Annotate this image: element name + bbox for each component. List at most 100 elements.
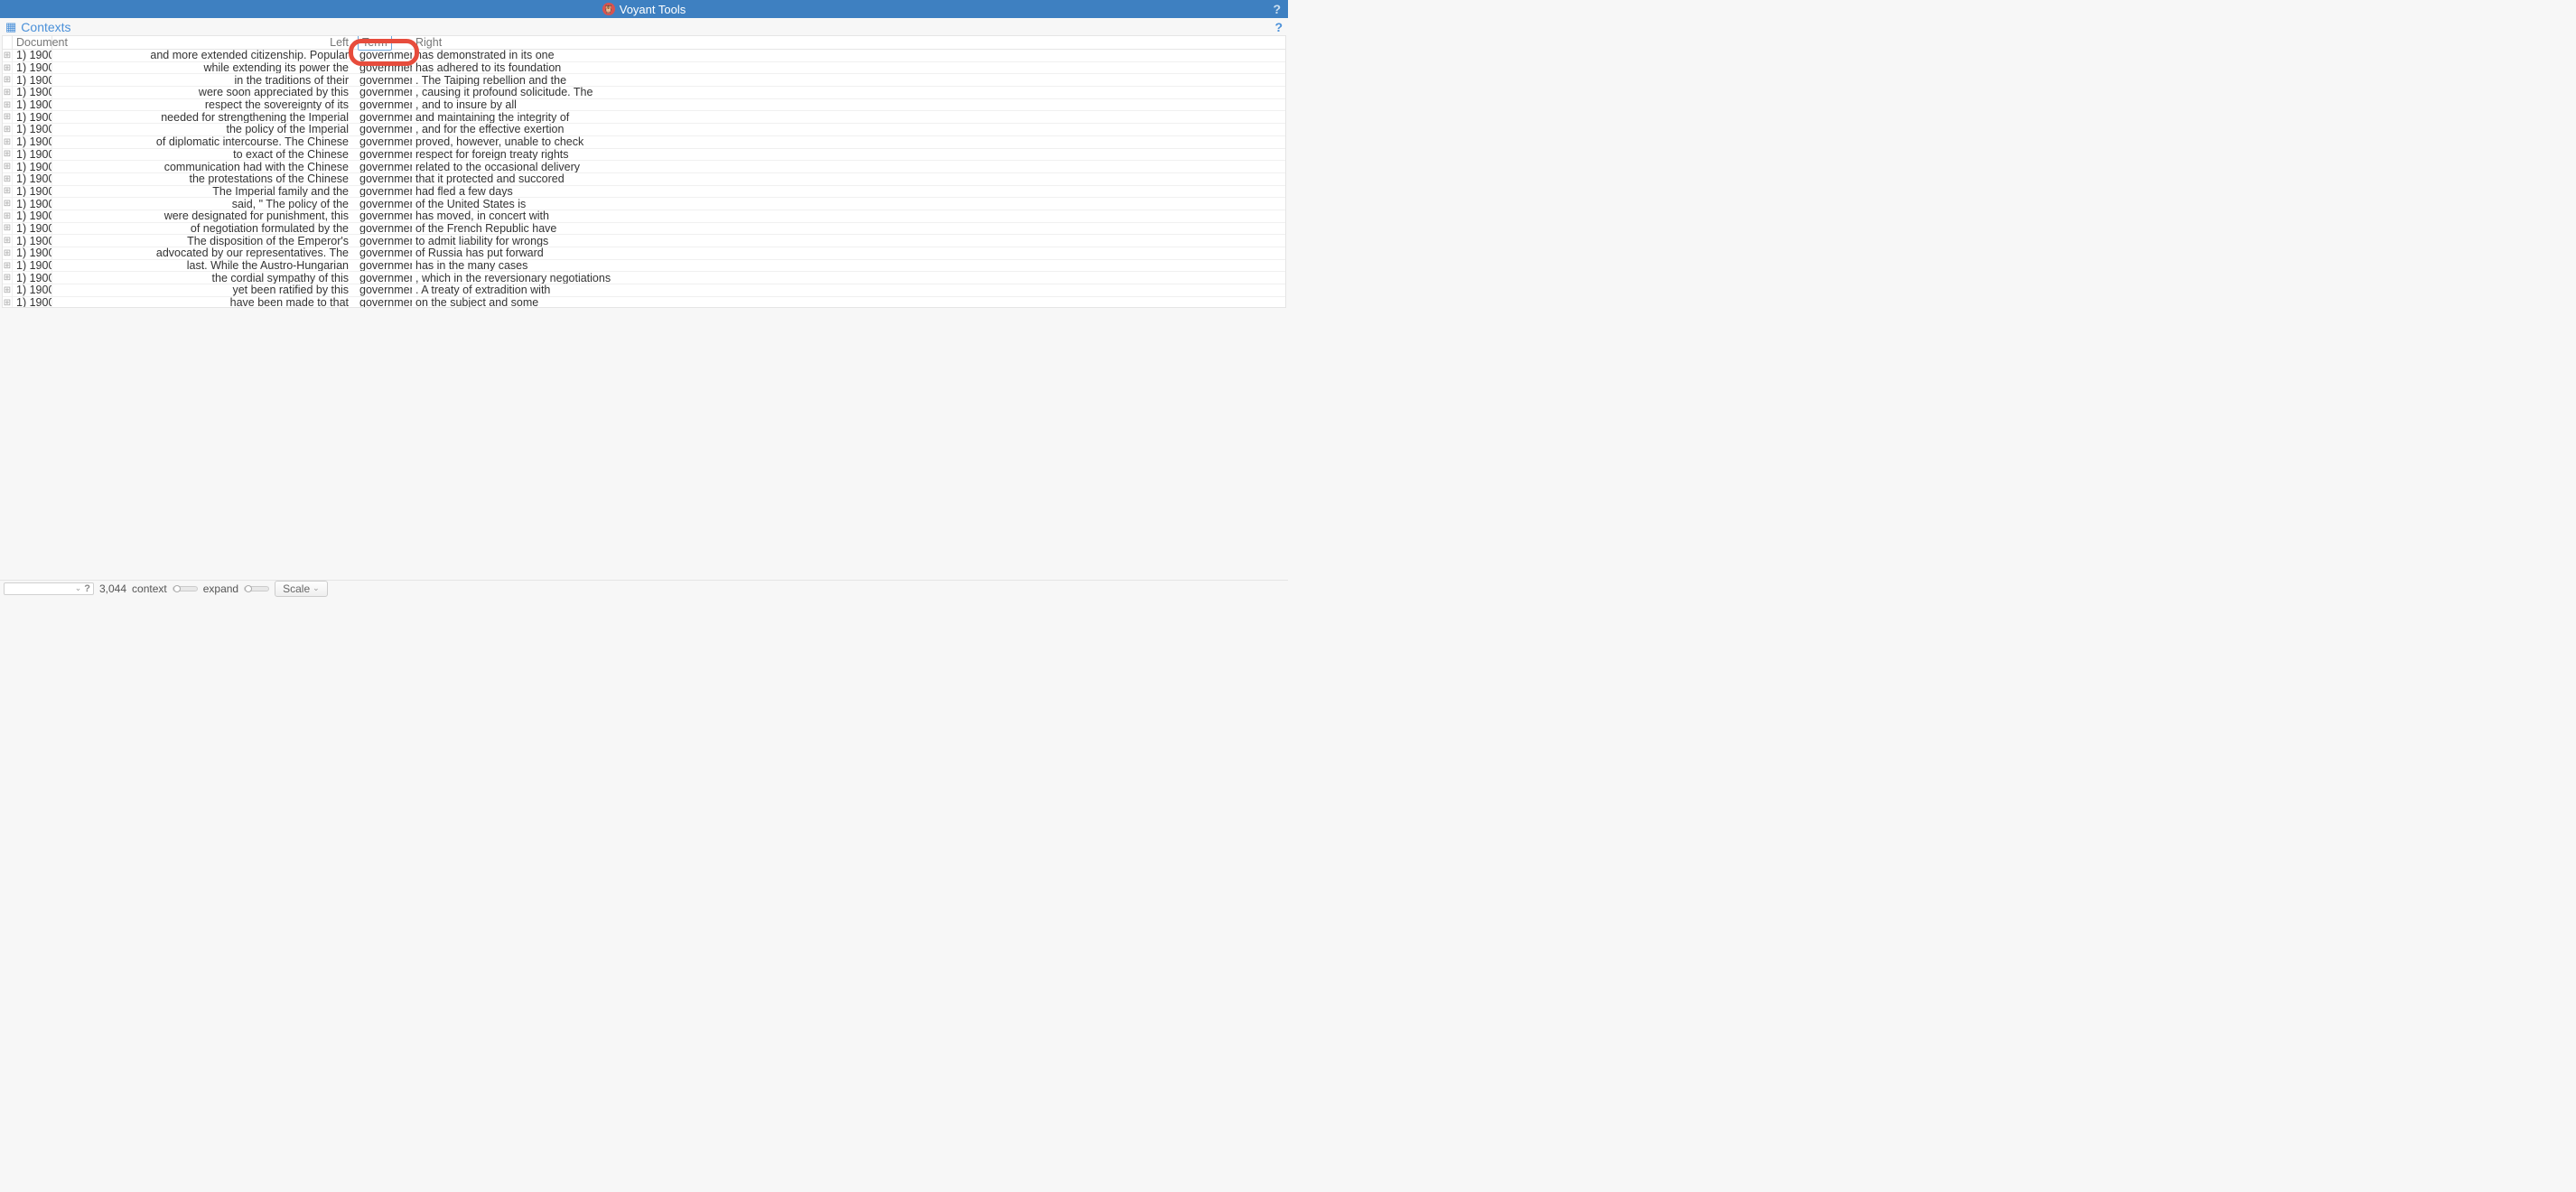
app-title: Voyant Tools [620,3,686,16]
header-help-icon[interactable]: ? [1273,2,1281,16]
left-column-header[interactable]: Left [52,36,354,49]
grid-icon: ▦ [5,20,16,34]
cell-term: government [354,235,412,247]
cell-right-context: . A treaty of extradition with [412,284,1285,296]
expand-label: expand [203,582,238,595]
table-row[interactable]: ⊞1) 1900…needed for strengthening the Im… [3,111,1285,124]
cell-left-context: communication had with the Chinese [52,161,354,172]
table-row[interactable]: ⊞1) 1900…while extending its power thego… [3,62,1285,75]
table-row[interactable]: ⊞1) 1900…and more extended citizenship. … [3,50,1285,62]
table-row[interactable]: ⊞1) 1900…were designated for punishment,… [3,210,1285,223]
table-row[interactable]: ⊞1) 1900…have been made to thatgovernmen… [3,297,1285,308]
cell-left-context: the protestations of the Chinese [52,173,354,185]
table-row[interactable]: ⊞1) 1900…in the traditions of theirgover… [3,74,1285,87]
cell-left-context: the policy of the Imperial [52,124,354,135]
slider-thumb[interactable] [245,585,252,592]
expand-icon[interactable]: ⊞ [3,62,13,74]
table-row[interactable]: ⊞1) 1900…to exact of the Chinesegovernme… [3,149,1285,162]
table-row[interactable]: ⊞1) 1900…last. While the Austro-Hungaria… [3,260,1285,273]
term-header-highlight[interactable]: Term [358,35,392,51]
term-column-header[interactable]: Term [354,36,412,49]
chevron-down-icon[interactable]: ⌄ [75,583,82,593]
cell-term: government [354,260,412,272]
cell-document: 1) 1900… [13,136,52,148]
panel-title[interactable]: Contexts [21,20,70,34]
table-row[interactable]: ⊞1) 1900…The Imperial family and thegove… [3,186,1285,199]
document-column-header[interactable]: Document [13,36,52,49]
search-help-icon[interactable]: ? [84,583,90,594]
panel-help-icon[interactable]: ? [1274,20,1283,34]
expand-icon[interactable]: ⊞ [3,247,13,259]
table-row[interactable]: ⊞1) 1900…advocated by our representative… [3,247,1285,260]
table-row[interactable]: ⊞1) 1900…the protestations of the Chines… [3,173,1285,186]
cell-term: government [354,124,412,135]
table-row[interactable]: ⊞1) 1900…were soon appreciated by thisgo… [3,87,1285,99]
expand-icon[interactable]: ⊞ [3,74,13,86]
cell-term: government [354,74,412,86]
slider-thumb[interactable] [173,585,181,592]
expand-icon[interactable]: ⊞ [3,186,13,198]
cell-term: government [354,87,412,98]
cell-right-context: , which in the reversionary negotiations [412,272,1285,284]
expand-icon[interactable]: ⊞ [3,87,13,98]
cell-left-context: said, " The policy of the [52,198,354,210]
cell-left-context: and more extended citizenship. Popular [52,50,354,61]
cell-document: 1) 1900… [13,272,52,284]
table-row[interactable]: ⊞1) 1900…said, " The policy of thegovern… [3,198,1285,210]
search-input[interactable]: ⌄ ? [4,582,94,595]
cell-right-context: of the French Republic have [412,223,1285,235]
cell-document: 1) 1900… [13,260,52,272]
cell-term: government [354,223,412,235]
app-header: 🦉 Voyant Tools ? [0,0,1288,18]
right-column-header[interactable]: Right [412,36,1285,49]
expand-icon[interactable]: ⊞ [3,149,13,161]
cell-document: 1) 1900… [13,186,52,198]
table-row[interactable]: ⊞1) 1900…respect the sovereignty of itsg… [3,99,1285,112]
context-label: context [132,582,167,595]
context-slider[interactable] [173,586,198,591]
table-row[interactable]: ⊞1) 1900…the cordial sympathy of thisgov… [3,272,1285,284]
cell-right-context: respect for foreign treaty rights [412,149,1285,161]
expand-icon[interactable]: ⊞ [3,297,13,308]
cell-document: 1) 1900… [13,173,52,185]
table-row[interactable]: ⊞1) 1900…communication had with the Chin… [3,161,1285,173]
cell-right-context: proved, however, unable to check [412,136,1285,148]
scale-button[interactable]: Scale ⌄ [275,581,328,597]
expand-icon[interactable]: ⊞ [3,99,13,111]
cell-left-context: of negotiation formulated by the [52,223,354,235]
table-body[interactable]: ⊞1) 1900…and more extended citizenship. … [3,50,1285,308]
expand-icon[interactable]: ⊞ [3,198,13,210]
cell-term: government [354,186,412,198]
table-row[interactable]: ⊞1) 1900…of diplomatic intercourse. The … [3,136,1285,149]
expand-icon[interactable]: ⊞ [3,173,13,185]
cell-document: 1) 1900… [13,149,52,161]
expand-icon[interactable]: ⊞ [3,235,13,247]
expand-icon[interactable]: ⊞ [3,124,13,135]
expand-icon[interactable]: ⊞ [3,223,13,235]
expand-slider[interactable] [244,586,269,591]
expand-icon[interactable]: ⊞ [3,161,13,172]
expand-icon[interactable]: ⊞ [3,210,13,222]
cell-document: 1) 1900… [13,284,52,296]
cell-document: 1) 1900… [13,297,52,308]
expand-icon[interactable]: ⊞ [3,284,13,296]
cell-left-context: the cordial sympathy of this [52,272,354,284]
cell-left-context: The disposition of the Emperor's [52,235,354,247]
cell-right-context: , and for the effective exertion [412,124,1285,135]
cell-term: government [354,297,412,308]
cell-right-context: has demonstrated in its one [412,50,1285,61]
expand-icon[interactable]: ⊞ [3,50,13,61]
expand-icon[interactable]: ⊞ [3,260,13,272]
expand-icon[interactable]: ⊞ [3,111,13,123]
expand-icon[interactable]: ⊞ [3,136,13,148]
expand-icon[interactable]: ⊞ [3,272,13,284]
cell-right-context: related to the occasional delivery [412,161,1285,172]
result-count: 3,044 [99,582,126,595]
table-row[interactable]: ⊞1) 1900…yet been ratified by thisgovern… [3,284,1285,297]
cell-left-context: while extending its power the [52,62,354,74]
table-row[interactable]: ⊞1) 1900…of negotiation formulated by th… [3,223,1285,236]
table-row[interactable]: ⊞1) 1900…the policy of the Imperialgover… [3,124,1285,136]
table-row[interactable]: ⊞1) 1900…The disposition of the Emperor'… [3,235,1285,247]
cell-document: 1) 1900… [13,111,52,123]
cell-term: government [354,247,412,259]
